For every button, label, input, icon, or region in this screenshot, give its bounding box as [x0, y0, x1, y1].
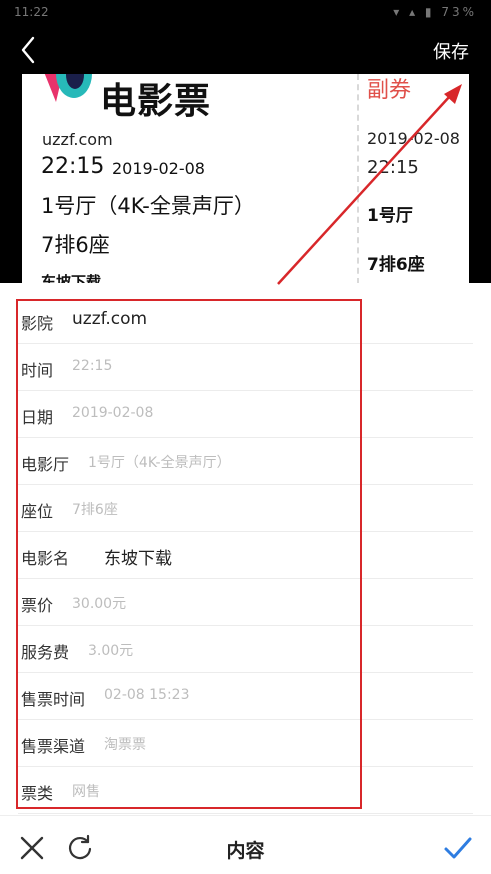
ticket-brand: 电影票 — [100, 81, 212, 122]
ticket-hall: 1号厅（4K-全景声厅） — [41, 194, 255, 218]
stub-hall: 1号厅 — [367, 206, 413, 226]
save-button[interactable]: 保存 — [433, 38, 469, 64]
back-button[interactable] — [14, 34, 44, 66]
preview-area: 11:22 ▾ ▴ ▮ 73% 保存 电影票 uzzf.com 22:15 20… — [0, 0, 491, 283]
ticket-logo-icon — [44, 74, 92, 102]
confirm-button[interactable] — [443, 834, 473, 862]
stub-time: 22:15 — [367, 157, 419, 178]
status-time: 11:22 — [14, 5, 49, 19]
annotation-highlight-box — [16, 299, 362, 809]
toolbar-title: 内容 — [226, 840, 265, 862]
ticket-divider — [357, 74, 359, 283]
stub-seat: 7排6座 — [367, 255, 425, 275]
ticket-date: 2019-02-08 — [112, 159, 205, 178]
ticket-time: 22:15 — [41, 154, 105, 179]
ticket-movie: 东坡下载 — [41, 273, 102, 283]
ticket-site: uzzf.com — [42, 130, 113, 149]
status-bar: 11:22 ▾ ▴ ▮ 73% — [0, 0, 491, 24]
stub-title: 副券 — [367, 78, 412, 103]
ticket-seat: 7排6座 — [41, 233, 110, 257]
ticket-preview: 电影票 uzzf.com 22:15 2019-02-08 1号厅（4K-全景声… — [22, 74, 469, 283]
status-icons: ▾ ▴ ▮ 73% — [393, 5, 477, 19]
chevron-left-icon — [21, 36, 35, 64]
check-icon — [444, 837, 472, 859]
bottom-toolbar: 内容 — [0, 815, 491, 874]
stub-date: 2019-02-08 — [367, 129, 460, 148]
